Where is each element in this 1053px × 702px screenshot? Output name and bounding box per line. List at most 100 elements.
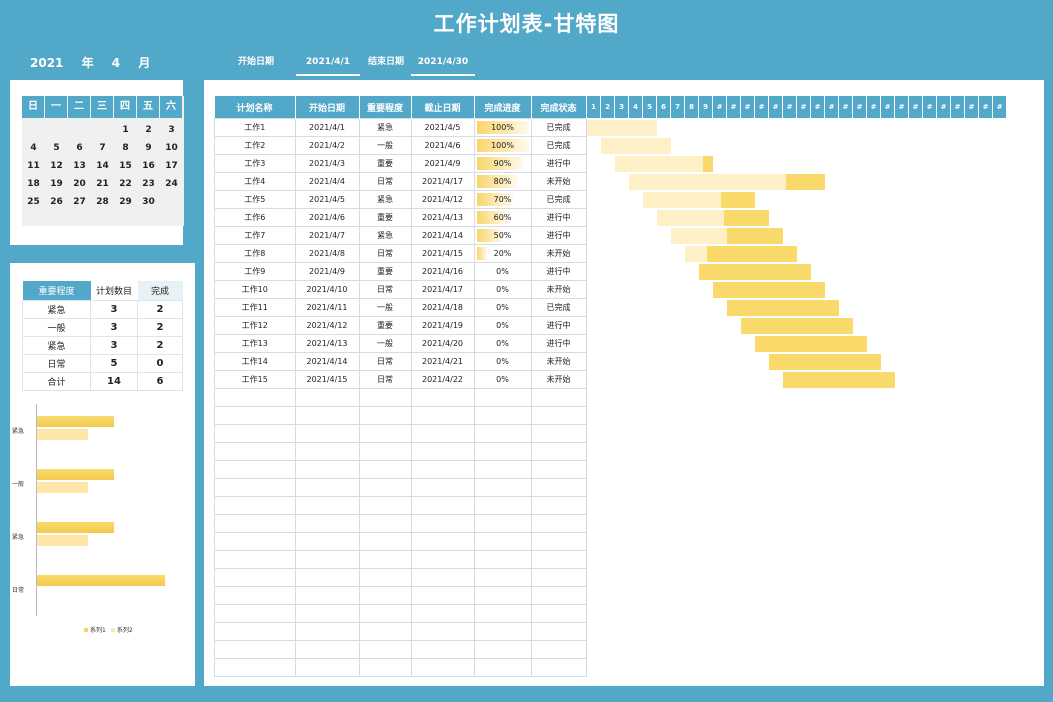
- cell-status[interactable]: 已完成: [530, 190, 587, 209]
- cell-progress[interactable]: [473, 406, 532, 425]
- end-date-value[interactable]: 2021/4/30: [411, 50, 475, 76]
- cell-level[interactable]: [358, 424, 412, 443]
- cell-start[interactable]: [294, 622, 360, 641]
- calendar-day[interactable]: 5: [45, 139, 68, 157]
- cell-progress[interactable]: [473, 622, 532, 641]
- calendar-day[interactable]: [45, 121, 68, 139]
- cell-name[interactable]: 工作3: [214, 154, 296, 173]
- calendar-day[interactable]: 14: [91, 157, 114, 175]
- cell-name[interactable]: [214, 478, 296, 497]
- calendar-day[interactable]: 16: [137, 157, 160, 175]
- cell-end[interactable]: 2021/4/13: [410, 208, 475, 227]
- cell-progress[interactable]: [473, 586, 532, 605]
- cell-end[interactable]: 2021/4/18: [410, 298, 475, 317]
- calendar-day[interactable]: 28: [91, 193, 114, 211]
- cell-status[interactable]: [530, 550, 587, 569]
- calendar-day[interactable]: 27: [68, 193, 91, 211]
- cell-name[interactable]: [214, 604, 296, 623]
- cell-level[interactable]: [358, 388, 412, 407]
- cell-level[interactable]: [358, 640, 412, 659]
- calendar-day[interactable]: [160, 193, 183, 211]
- cell-status[interactable]: 进行中: [530, 262, 587, 281]
- cell-level[interactable]: [358, 550, 412, 569]
- cell-progress[interactable]: 80%: [473, 172, 532, 191]
- cell-end[interactable]: [410, 532, 475, 551]
- cell-start[interactable]: [294, 460, 360, 479]
- cell-end[interactable]: [410, 568, 475, 587]
- calendar-day[interactable]: 11: [22, 157, 45, 175]
- cell-progress[interactable]: 90%: [473, 154, 532, 173]
- cell-progress[interactable]: [473, 532, 532, 551]
- cell-end[interactable]: 2021/4/17: [410, 280, 475, 299]
- cell-progress[interactable]: 100%: [473, 136, 532, 155]
- calendar-day[interactable]: [68, 121, 91, 139]
- cell-progress[interactable]: [473, 604, 532, 623]
- cell-start[interactable]: [294, 586, 360, 605]
- cell-end[interactable]: 2021/4/17: [410, 172, 475, 191]
- cell-name[interactable]: 工作13: [214, 334, 296, 353]
- cell-progress[interactable]: 0%: [473, 298, 532, 317]
- cell-progress[interactable]: 60%: [473, 208, 532, 227]
- cell-end[interactable]: 2021/4/14: [410, 226, 475, 245]
- cell-end[interactable]: [410, 388, 475, 407]
- cell-end[interactable]: [410, 658, 475, 677]
- cell-end[interactable]: 2021/4/12: [410, 190, 475, 209]
- cell-start[interactable]: 2021/4/13: [294, 334, 360, 353]
- calendar-day[interactable]: 9: [137, 139, 160, 157]
- cell-progress[interactable]: [473, 496, 532, 515]
- cell-start[interactable]: [294, 406, 360, 425]
- cell-status[interactable]: 已完成: [530, 118, 587, 137]
- cell-name[interactable]: 工作9: [214, 262, 296, 281]
- cell-name[interactable]: [214, 640, 296, 659]
- cell-start[interactable]: 2021/4/14: [294, 352, 360, 371]
- calendar-day[interactable]: 30: [137, 193, 160, 211]
- cell-end[interactable]: [410, 604, 475, 623]
- cell-status[interactable]: [530, 640, 587, 659]
- cell-progress[interactable]: [473, 568, 532, 587]
- cell-level[interactable]: 日常: [358, 352, 412, 371]
- calendar-day[interactable]: 29: [114, 193, 137, 211]
- cell-progress[interactable]: [473, 442, 532, 461]
- cell-name[interactable]: 工作15: [214, 370, 296, 389]
- cell-start[interactable]: 2021/4/8: [294, 244, 360, 263]
- cell-level[interactable]: 紧急: [358, 118, 412, 137]
- calendar-day[interactable]: 13: [68, 157, 91, 175]
- cell-level[interactable]: [358, 406, 412, 425]
- cell-level[interactable]: [358, 658, 412, 677]
- calendar-day[interactable]: [22, 121, 45, 139]
- cell-status[interactable]: 未开始: [530, 244, 587, 263]
- cell-progress[interactable]: 50%: [473, 226, 532, 245]
- cell-status[interactable]: [530, 478, 587, 497]
- cell-start[interactable]: [294, 478, 360, 497]
- cell-name[interactable]: 工作2: [214, 136, 296, 155]
- cell-level[interactable]: [358, 442, 412, 461]
- cell-level[interactable]: 日常: [358, 244, 412, 263]
- cell-level[interactable]: 日常: [358, 370, 412, 389]
- cell-progress[interactable]: 0%: [473, 262, 532, 281]
- cell-status[interactable]: 未开始: [530, 280, 587, 299]
- cell-name[interactable]: 工作12: [214, 316, 296, 335]
- cell-status[interactable]: [530, 388, 587, 407]
- cell-progress[interactable]: [473, 658, 532, 677]
- cell-progress[interactable]: 0%: [473, 334, 532, 353]
- cell-name[interactable]: 工作10: [214, 280, 296, 299]
- cell-name[interactable]: [214, 658, 296, 677]
- cell-start[interactable]: [294, 658, 360, 677]
- cell-status[interactable]: [530, 604, 587, 623]
- cell-name[interactable]: [214, 406, 296, 425]
- cell-progress[interactable]: 0%: [473, 280, 532, 299]
- cell-level[interactable]: 重要: [358, 316, 412, 335]
- cell-start[interactable]: 2021/4/2: [294, 136, 360, 155]
- cell-name[interactable]: [214, 460, 296, 479]
- cell-start[interactable]: [294, 496, 360, 515]
- cell-status[interactable]: [530, 532, 587, 551]
- cell-start[interactable]: 2021/4/11: [294, 298, 360, 317]
- cell-end[interactable]: 2021/4/19: [410, 316, 475, 335]
- calendar-day[interactable]: 20: [68, 175, 91, 193]
- cell-status[interactable]: 进行中: [530, 316, 587, 335]
- cell-level[interactable]: [358, 604, 412, 623]
- cell-start[interactable]: 2021/4/6: [294, 208, 360, 227]
- cell-status[interactable]: [530, 568, 587, 587]
- cell-end[interactable]: 2021/4/16: [410, 262, 475, 281]
- calendar-day[interactable]: 8: [114, 139, 137, 157]
